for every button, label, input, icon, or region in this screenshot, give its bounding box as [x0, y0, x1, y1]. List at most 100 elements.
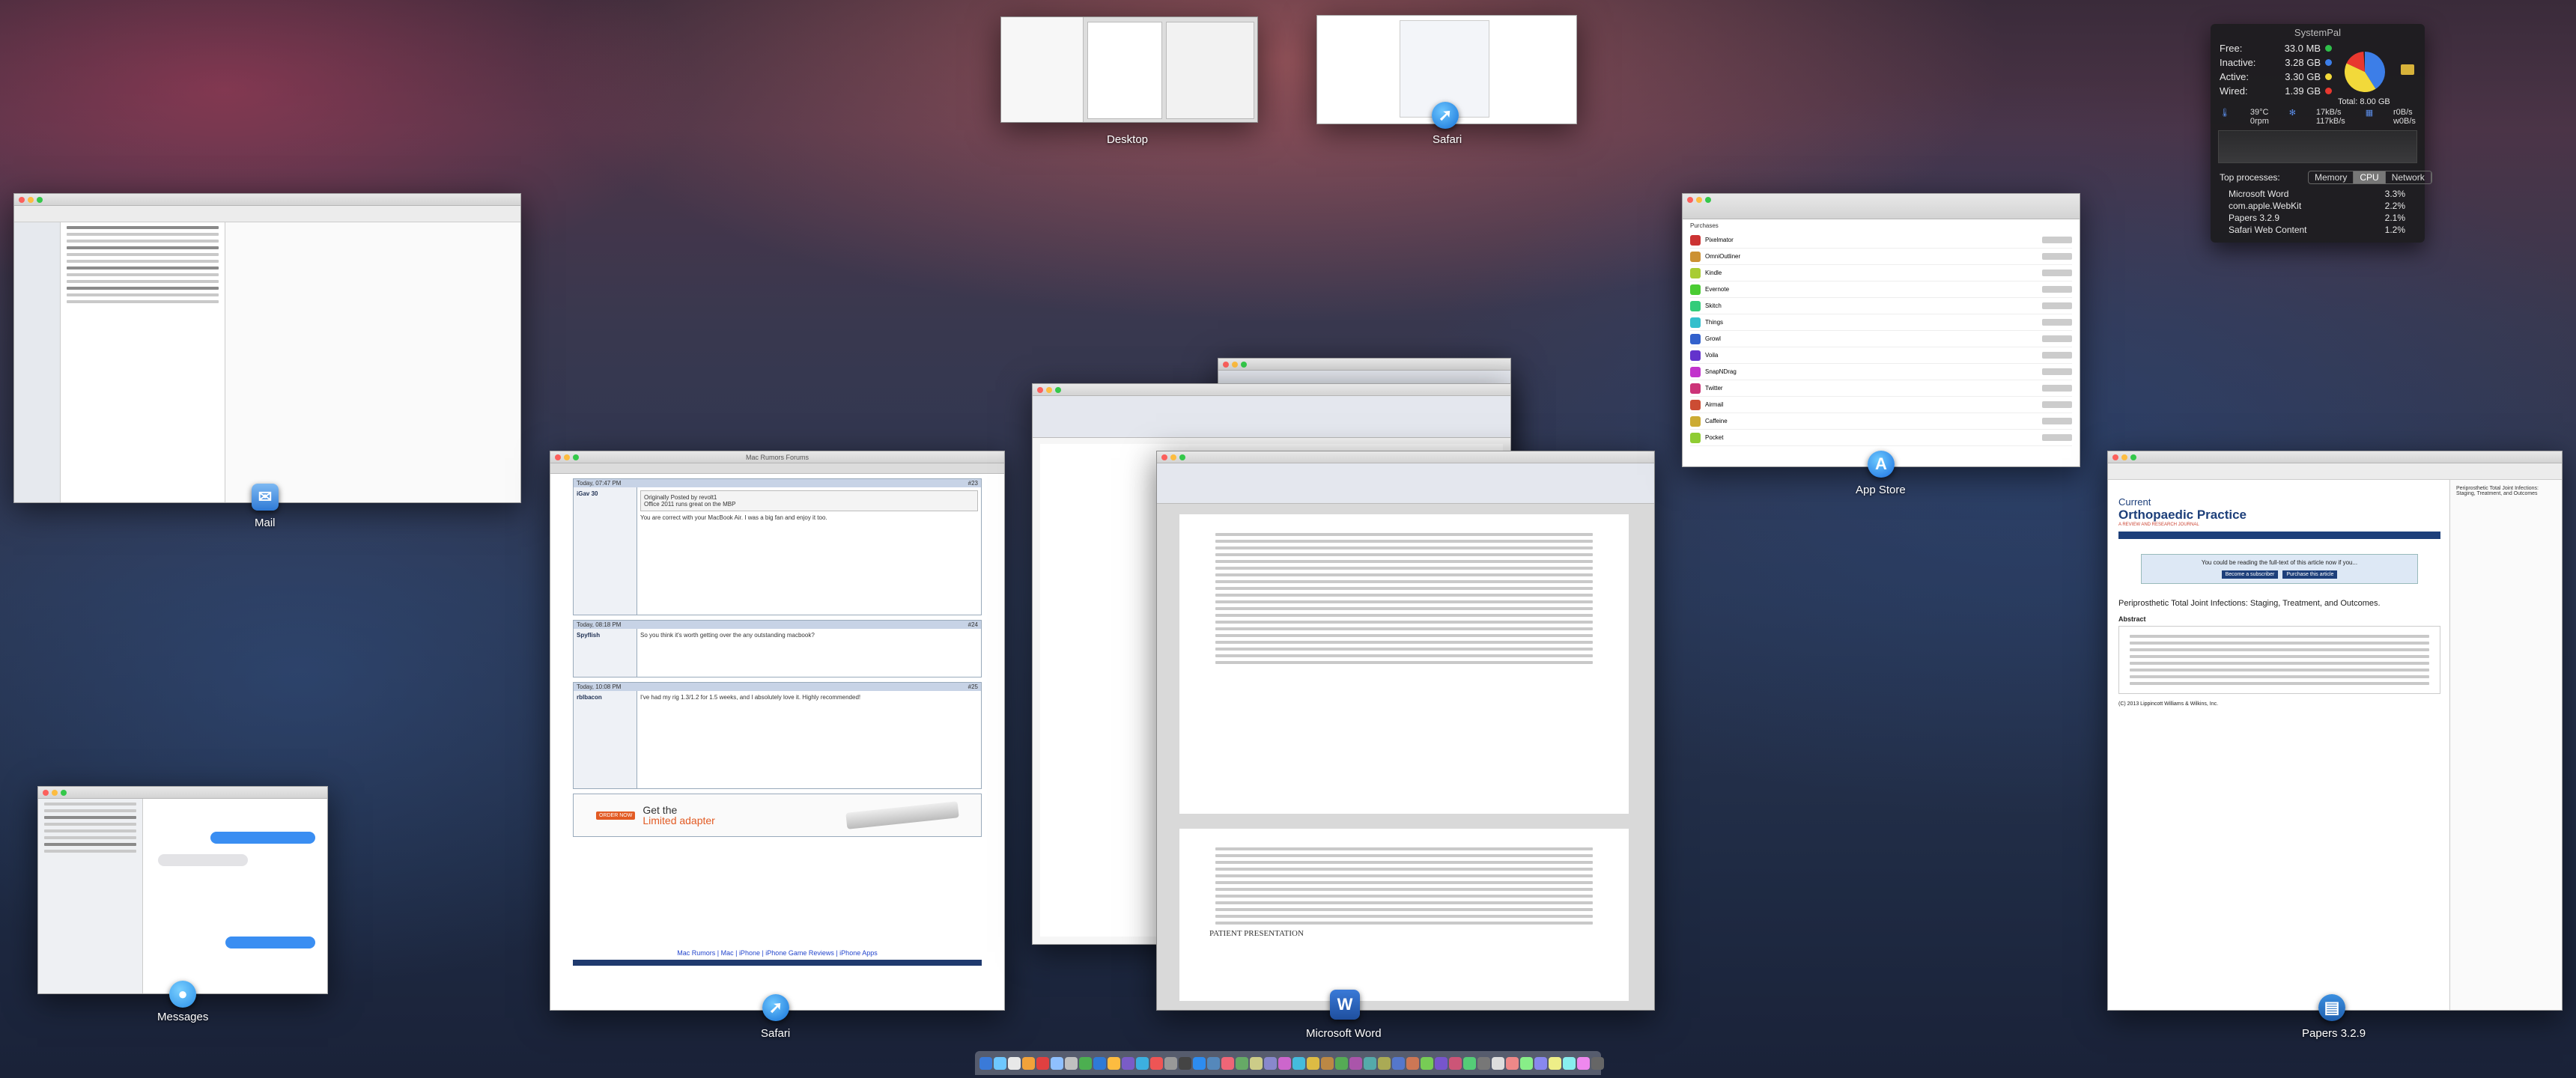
- purchase-button[interactable]: Purchase this article: [2282, 570, 2338, 579]
- dock-app-icon[interactable]: [1449, 1056, 1462, 1070]
- dock-app-icon[interactable]: [1392, 1056, 1405, 1070]
- install-button[interactable]: [2042, 270, 2072, 276]
- dock-app-icon[interactable]: [1549, 1056, 1561, 1070]
- dock-app-icon[interactable]: [1065, 1056, 1078, 1070]
- dock-app-icon[interactable]: [979, 1056, 992, 1070]
- dock-app-icon[interactable]: [1335, 1056, 1348, 1070]
- dock-app-icon[interactable]: [994, 1056, 1006, 1070]
- dock-app-icon[interactable]: [1179, 1056, 1191, 1070]
- tab-network[interactable]: Network: [2386, 171, 2431, 183]
- dock-app-icon[interactable]: [1207, 1056, 1220, 1070]
- dock-app-icon[interactable]: [1022, 1056, 1035, 1070]
- install-button[interactable]: [2042, 385, 2072, 392]
- mail-window[interactable]: [13, 193, 521, 503]
- dock-app-icon[interactable]: [1193, 1056, 1206, 1070]
- install-button[interactable]: [2042, 335, 2072, 342]
- dock-app-icon[interactable]: [1435, 1056, 1448, 1070]
- purchase-row[interactable]: Things: [1690, 314, 2072, 331]
- word-window-front[interactable]: PATIENT PRESENTATION: [1156, 451, 1655, 1011]
- dock-app-icon[interactable]: [1122, 1056, 1134, 1070]
- dock-app-icon[interactable]: [1136, 1056, 1149, 1070]
- dock-app-icon[interactable]: [1051, 1056, 1063, 1070]
- dock-app-icon[interactable]: [1108, 1056, 1120, 1070]
- messages-window[interactable]: [37, 786, 328, 994]
- dock-app-icon[interactable]: [1079, 1056, 1092, 1070]
- dock-app-icon[interactable]: [1577, 1056, 1590, 1070]
- dock-app-icon[interactable]: [1321, 1056, 1334, 1070]
- dock-app-icon[interactable]: [1364, 1056, 1376, 1070]
- messages-titlebar: [38, 787, 327, 799]
- install-button[interactable]: [2042, 319, 2072, 326]
- subscribe-button[interactable]: Become a subscriber: [2221, 570, 2279, 579]
- dock-app-icon[interactable]: [1492, 1056, 1504, 1070]
- dock-app-icon[interactable]: [1563, 1056, 1576, 1070]
- purchase-row[interactable]: OmniOutliner: [1690, 249, 2072, 265]
- process-cpu: 1.2%: [2384, 225, 2405, 235]
- ad-banner[interactable]: ORDER NOW Get the Limited adapter: [573, 794, 982, 837]
- purchase-row[interactable]: Airmail: [1690, 397, 2072, 413]
- purchase-row[interactable]: Twitter: [1690, 380, 2072, 397]
- install-button[interactable]: [2042, 368, 2072, 375]
- dock-app-icon[interactable]: [1591, 1056, 1604, 1070]
- dock-app-icon[interactable]: [1421, 1056, 1433, 1070]
- dock-app-icon[interactable]: [1278, 1056, 1291, 1070]
- install-button[interactable]: [2042, 302, 2072, 309]
- space-desktop-thumbnail[interactable]: [1000, 16, 1258, 123]
- purchase-row[interactable]: Caffeine: [1690, 413, 2072, 430]
- purchase-row[interactable]: SnapNDrag: [1690, 364, 2072, 380]
- install-button[interactable]: [2042, 253, 2072, 260]
- purchase-row[interactable]: Pocket: [1690, 430, 2072, 446]
- install-button[interactable]: [2042, 434, 2072, 441]
- dock-app-icon[interactable]: [1093, 1056, 1106, 1070]
- post-username[interactable]: rblbacon: [577, 694, 602, 701]
- purchase-row[interactable]: Kindle: [1690, 265, 2072, 281]
- dock-app-icon[interactable]: [1506, 1056, 1519, 1070]
- purchase-row[interactable]: Skitch: [1690, 298, 2072, 314]
- memory-label: Inactive:: [2220, 57, 2256, 68]
- dock-app-icon[interactable]: [1036, 1056, 1049, 1070]
- tab-memory[interactable]: Memory: [2309, 171, 2354, 183]
- systempal-widget[interactable]: SystemPal Free: 33.0 MB Inactive: 3.28 GB Ac…: [2211, 24, 2432, 243]
- purchase-row[interactable]: Pixelmator: [1690, 232, 2072, 249]
- dock-app-icon[interactable]: [1250, 1056, 1263, 1070]
- tab-cpu[interactable]: CPU: [2354, 171, 2386, 183]
- dock-app-icon[interactable]: [1349, 1056, 1362, 1070]
- dock-app-icon[interactable]: [1008, 1056, 1021, 1070]
- memory-value: 33.0 MB: [2285, 43, 2332, 54]
- install-button[interactable]: [2042, 237, 2072, 243]
- dock-app-icon[interactable]: [1236, 1056, 1248, 1070]
- purchase-row[interactable]: Evernote: [1690, 281, 2072, 298]
- dock-app-icon[interactable]: [1164, 1056, 1177, 1070]
- word-ribbon[interactable]: [1157, 463, 1654, 504]
- dock-app-icon[interactable]: [1307, 1056, 1319, 1070]
- papers-window[interactable]: Current Orthopaedic Practice A REVIEW AN…: [2107, 451, 2563, 1011]
- safari-forum-window[interactable]: Mac Rumors Forums Today, 07:47 PM #23 iG…: [550, 451, 1005, 1011]
- appstore-window[interactable]: Purchases Pixelmator OmniOutliner Kindle Ev…: [1682, 193, 2080, 467]
- install-button[interactable]: [2042, 352, 2072, 359]
- journal-tagline: A REVIEW AND RESEARCH JOURNAL: [2118, 523, 2199, 527]
- purchase-row[interactable]: Voila: [1690, 347, 2072, 364]
- post-number[interactable]: #25: [968, 683, 978, 690]
- forum-post: Today, 07:47 PM #23 iGav 30 Originally P…: [573, 478, 982, 615]
- dock-app-icon[interactable]: [1221, 1056, 1234, 1070]
- install-button[interactable]: [2042, 401, 2072, 408]
- dock-app-icon[interactable]: [1378, 1056, 1391, 1070]
- memory-value: 1.39 GB: [2285, 85, 2332, 97]
- dock-app-icon[interactable]: [1534, 1056, 1547, 1070]
- post-number[interactable]: #24: [968, 621, 978, 628]
- forum-footer-links[interactable]: Mac Rumors | Mac | iPhone | iPhone Game …: [573, 949, 982, 957]
- dock-app-icon[interactable]: [1406, 1056, 1419, 1070]
- dock-app-icon[interactable]: [1520, 1056, 1533, 1070]
- post-username[interactable]: iGav 30: [577, 490, 598, 497]
- install-button[interactable]: [2042, 286, 2072, 293]
- post-username[interactable]: Spyflish: [577, 632, 600, 639]
- dock-app-icon[interactable]: [1292, 1056, 1305, 1070]
- post-number[interactable]: #23: [968, 480, 978, 487]
- dock-app-icon[interactable]: [1463, 1056, 1476, 1070]
- install-button[interactable]: [2042, 418, 2072, 424]
- dock-app-icon[interactable]: [1150, 1056, 1163, 1070]
- dock-app-icon[interactable]: [1264, 1056, 1277, 1070]
- purchase-row[interactable]: Growl: [1690, 331, 2072, 347]
- net-in: r0B/s: [2393, 108, 2413, 117]
- dock-app-icon[interactable]: [1477, 1056, 1490, 1070]
